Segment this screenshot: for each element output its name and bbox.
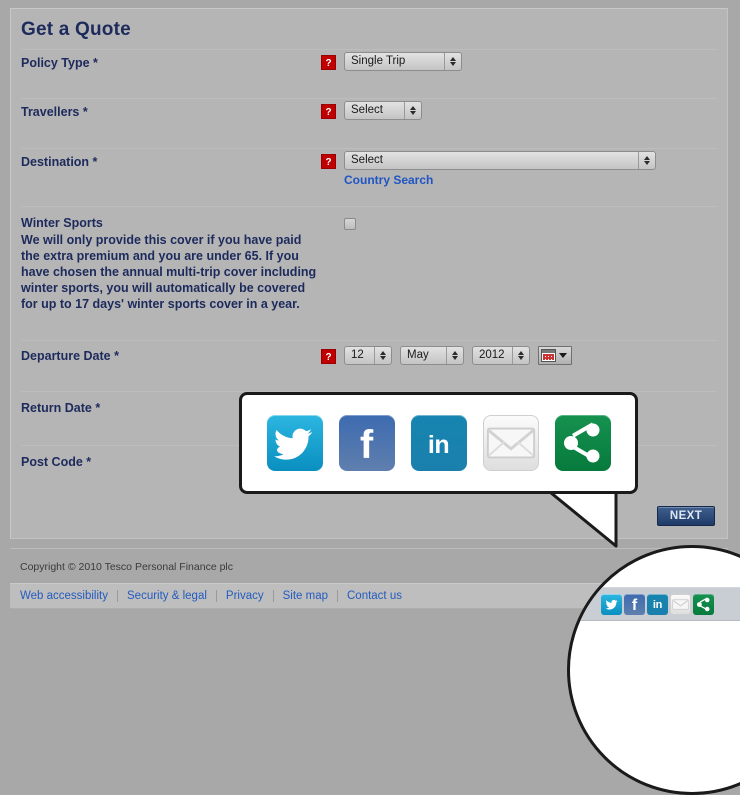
form-row-departure-date: Departure Date * ? 12 May 2012 bbox=[11, 341, 727, 391]
facebook-icon[interactable]: f bbox=[624, 593, 645, 615]
twitter-bird-glyph bbox=[605, 599, 618, 610]
travellers-label: Travellers * bbox=[21, 105, 88, 119]
chevron-updown-icon bbox=[638, 152, 655, 169]
travellers-value: Select bbox=[351, 104, 383, 116]
share-popup: f in bbox=[239, 392, 638, 494]
email-icon[interactable] bbox=[670, 593, 691, 615]
calendar-picker-button[interactable] bbox=[538, 346, 572, 365]
page-title: Get a Quote bbox=[21, 19, 131, 40]
policy-type-label: Policy Type * bbox=[21, 56, 98, 70]
departure-day-select[interactable]: 12 bbox=[344, 346, 392, 365]
chevron-updown-icon bbox=[512, 347, 529, 364]
share-nodes-glyph bbox=[563, 422, 599, 463]
facebook-f-glyph: f bbox=[631, 596, 638, 614]
linkedin-in-glyph: in bbox=[652, 598, 663, 611]
footer-link-privacy[interactable]: Privacy bbox=[217, 590, 273, 602]
popup-tail bbox=[550, 490, 618, 548]
linkedin-icon[interactable]: in bbox=[647, 593, 668, 615]
departure-month-value: May bbox=[407, 349, 429, 361]
twitter-icon[interactable] bbox=[601, 593, 622, 615]
envelope-glyph bbox=[672, 598, 689, 610]
destination-label: Destination * bbox=[21, 155, 98, 169]
footer-link-site-map[interactable]: Site map bbox=[274, 590, 337, 602]
twitter-button[interactable] bbox=[266, 415, 323, 471]
destination-select[interactable]: Select bbox=[344, 151, 656, 170]
destination-value: Select bbox=[351, 154, 383, 166]
winter-sports-label: Winter Sports bbox=[21, 216, 103, 230]
envelope-glyph bbox=[486, 427, 535, 459]
twitter-bird-glyph bbox=[273, 428, 312, 460]
facebook-f-glyph: f bbox=[359, 423, 374, 467]
help-icon[interactable]: ? bbox=[321, 104, 336, 119]
footer-link-security-legal[interactable]: Security & legal bbox=[118, 590, 216, 602]
chevron-updown-icon bbox=[446, 347, 463, 364]
footer-link-contact-us[interactable]: Contact us bbox=[338, 590, 411, 602]
share-button[interactable] bbox=[554, 415, 611, 471]
policy-type-value: Single Trip bbox=[351, 55, 406, 67]
footer-share-bar: f in bbox=[570, 587, 740, 621]
chevron-down-icon bbox=[559, 353, 567, 358]
facebook-button[interactable]: f bbox=[338, 415, 395, 471]
winter-sports-checkbox[interactable] bbox=[344, 218, 356, 230]
help-icon[interactable]: ? bbox=[321, 154, 336, 169]
form-row-policy-type: Policy Type * ? Single Trip bbox=[11, 50, 727, 98]
chevron-updown-icon bbox=[404, 102, 421, 119]
calendar-icon bbox=[541, 349, 556, 362]
chevron-updown-icon bbox=[374, 347, 391, 364]
winter-sports-description: We will only provide this cover if you h… bbox=[21, 233, 317, 311]
form-row-destination: Destination * ? Select Country Search bbox=[11, 149, 727, 206]
help-icon[interactable]: ? bbox=[321, 55, 336, 70]
form-row-travellers: Travellers * ? Select bbox=[11, 99, 727, 148]
share-nodes-glyph bbox=[696, 597, 710, 611]
chevron-updown-icon bbox=[444, 53, 461, 70]
departure-date-label: Departure Date * bbox=[21, 349, 119, 363]
departure-year-value: 2012 bbox=[479, 349, 505, 361]
linkedin-button[interactable]: in bbox=[410, 415, 467, 471]
email-button[interactable] bbox=[482, 415, 539, 471]
linkedin-in-glyph: in bbox=[427, 431, 450, 459]
travellers-select[interactable]: Select bbox=[344, 101, 422, 120]
country-search-link[interactable]: Country Search bbox=[344, 173, 433, 187]
policy-type-select[interactable]: Single Trip bbox=[344, 52, 462, 71]
next-button[interactable]: NEXT bbox=[657, 506, 715, 526]
departure-day-value: 12 bbox=[351, 349, 364, 361]
form-row-winter-sports: Winter Sports We will only provide this … bbox=[11, 207, 727, 340]
share-icon[interactable] bbox=[693, 593, 714, 615]
footer-link-web-accessibility[interactable]: Web accessibility bbox=[20, 590, 117, 602]
help-icon[interactable]: ? bbox=[321, 349, 336, 364]
departure-year-select[interactable]: 2012 bbox=[472, 346, 530, 365]
departure-month-select[interactable]: May bbox=[400, 346, 464, 365]
